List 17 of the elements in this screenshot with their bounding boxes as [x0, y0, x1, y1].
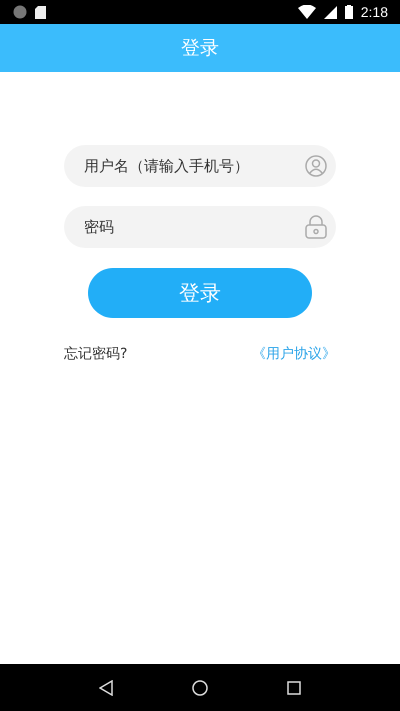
- battery-icon: [344, 5, 353, 19]
- wifi-icon: [298, 5, 316, 19]
- username-field[interactable]: 用户名（请输入手机号）: [64, 145, 336, 187]
- forgot-password-link[interactable]: 忘记密码?: [64, 345, 128, 363]
- home-icon[interactable]: [192, 680, 208, 696]
- sd-card-icon: [35, 6, 46, 18]
- notification-dot-icon: [13, 5, 27, 19]
- back-icon[interactable]: [99, 680, 114, 696]
- clock: 2:18: [360, 4, 388, 20]
- user-agreement-link[interactable]: 《用户协议》: [252, 345, 336, 363]
- signal-icon: [324, 6, 337, 18]
- password-field[interactable]: 密码: [64, 206, 336, 248]
- user-icon: [305, 155, 327, 177]
- screen-title: 登录: [181, 36, 219, 61]
- recents-icon[interactable]: [286, 680, 301, 694]
- login-button[interactable]: 登录: [88, 268, 312, 318]
- lock-icon: [305, 215, 327, 239]
